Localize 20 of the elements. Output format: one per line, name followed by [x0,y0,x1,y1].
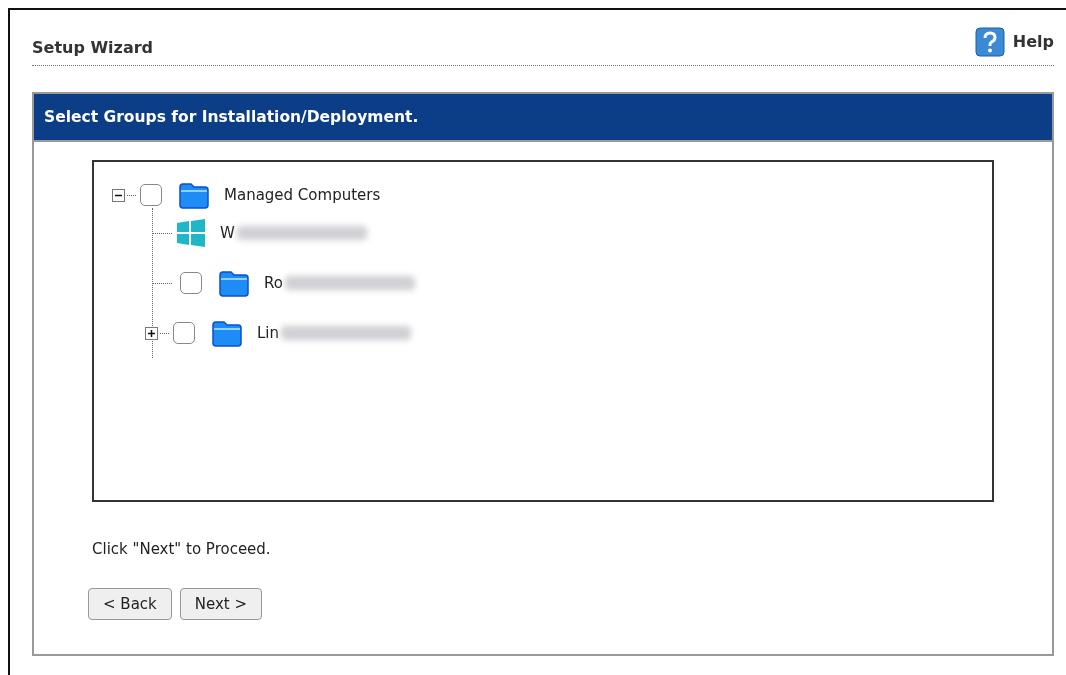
panel-title-bar: Select Groups for Installation/Deployment. [34,94,1052,142]
instruction-text: Click "Next" to Proceed. [92,540,272,558]
checkbox[interactable] [173,322,195,344]
wizard-button[interactable]: < Back [88,588,172,620]
tree-item-label[interactable]: Lin [257,324,280,342]
expand-icon[interactable] [145,326,158,340]
tree-item-label[interactable]: Managed Computers [224,186,381,204]
collapse-icon[interactable] [112,188,125,202]
folder-icon [211,319,243,347]
folder-icon [218,269,250,297]
page-title: Setup Wizard [32,37,154,57]
help-icon [974,26,1005,57]
help-link[interactable]: Help [974,26,1054,57]
checkbox[interactable] [140,184,162,206]
tree-item-label[interactable]: Ro [264,274,283,292]
tree-item-label[interactable]: W [220,224,235,242]
folder-icon [178,181,210,209]
wizard-button[interactable]: Next > [179,588,263,620]
windows-icon [176,219,206,247]
checkbox[interactable] [180,272,202,294]
